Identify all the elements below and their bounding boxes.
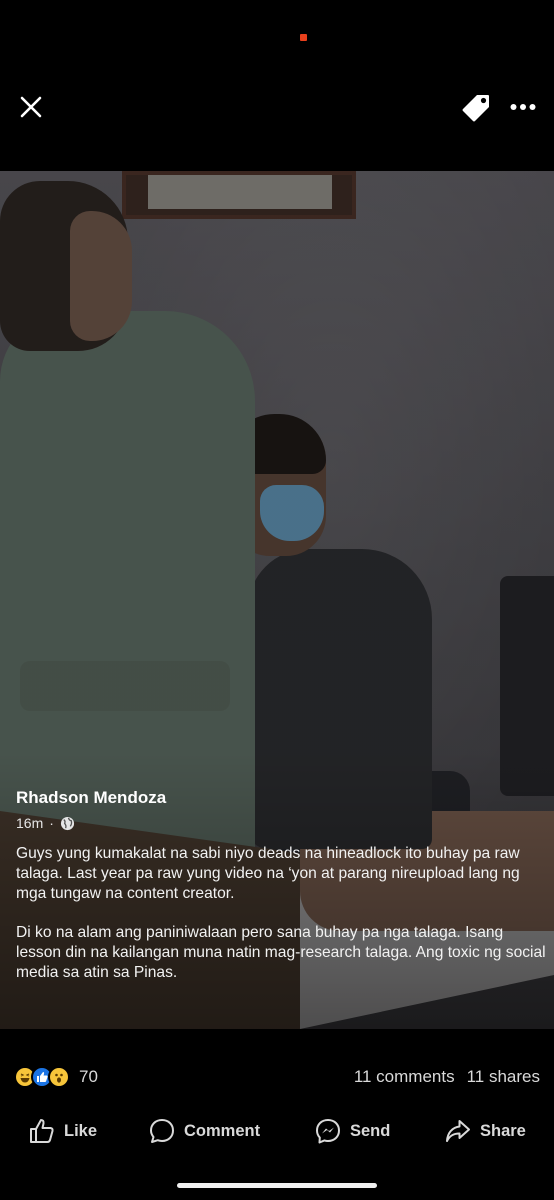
viewer-top-bar bbox=[0, 80, 554, 136]
engagement-stats: 70 11 comments 11 shares bbox=[14, 1064, 540, 1090]
comment-button[interactable]: Comment bbox=[148, 1110, 260, 1152]
post-meta: 16m · bbox=[16, 814, 546, 832]
comment-label: Comment bbox=[184, 1121, 261, 1140]
thumbs-up-icon bbox=[30, 1119, 54, 1143]
share-label: Share bbox=[480, 1121, 526, 1140]
post-caption: Rhadson Mendoza 16m · Guys yung kumakala… bbox=[16, 788, 546, 983]
recording-indicator bbox=[300, 34, 307, 41]
more-options-button[interactable] bbox=[506, 92, 540, 122]
meta-separator: · bbox=[49, 815, 54, 831]
tag-icon bbox=[462, 95, 489, 122]
send-label: Send bbox=[350, 1121, 391, 1140]
shares-count[interactable]: 11 shares bbox=[467, 1067, 540, 1087]
messenger-icon bbox=[316, 1119, 340, 1144]
close-button[interactable] bbox=[14, 90, 48, 124]
post-actions-bar: Like Comment Send Share bbox=[0, 1110, 554, 1152]
send-button[interactable]: Send bbox=[314, 1110, 390, 1152]
tag-button[interactable] bbox=[458, 90, 494, 126]
wow-reaction-icon bbox=[48, 1066, 70, 1088]
home-indicator[interactable] bbox=[177, 1183, 377, 1188]
share-icon bbox=[446, 1120, 470, 1142]
author-name[interactable]: Rhadson Mendoza bbox=[16, 788, 546, 808]
post-body: Guys yung kumakalat na sabi niyo deads n… bbox=[16, 844, 546, 983]
comment-icon bbox=[150, 1119, 174, 1143]
comments-count[interactable]: 11 comments bbox=[354, 1067, 455, 1087]
reactions-summary[interactable]: 70 bbox=[14, 1066, 98, 1088]
post-paragraph: Guys yung kumakalat na sabi niyo deads n… bbox=[16, 845, 520, 902]
close-icon bbox=[20, 96, 42, 118]
more-icon bbox=[510, 104, 536, 110]
globe-icon bbox=[60, 816, 74, 830]
post-time[interactable]: 16m bbox=[16, 814, 43, 832]
post-paragraph: Di ko na alam ang paniniwalaan pero sana… bbox=[16, 924, 546, 981]
like-button[interactable]: Like bbox=[28, 1110, 97, 1152]
reaction-count: 70 bbox=[79, 1067, 98, 1086]
share-button[interactable]: Share bbox=[444, 1110, 526, 1152]
like-label: Like bbox=[64, 1121, 98, 1140]
